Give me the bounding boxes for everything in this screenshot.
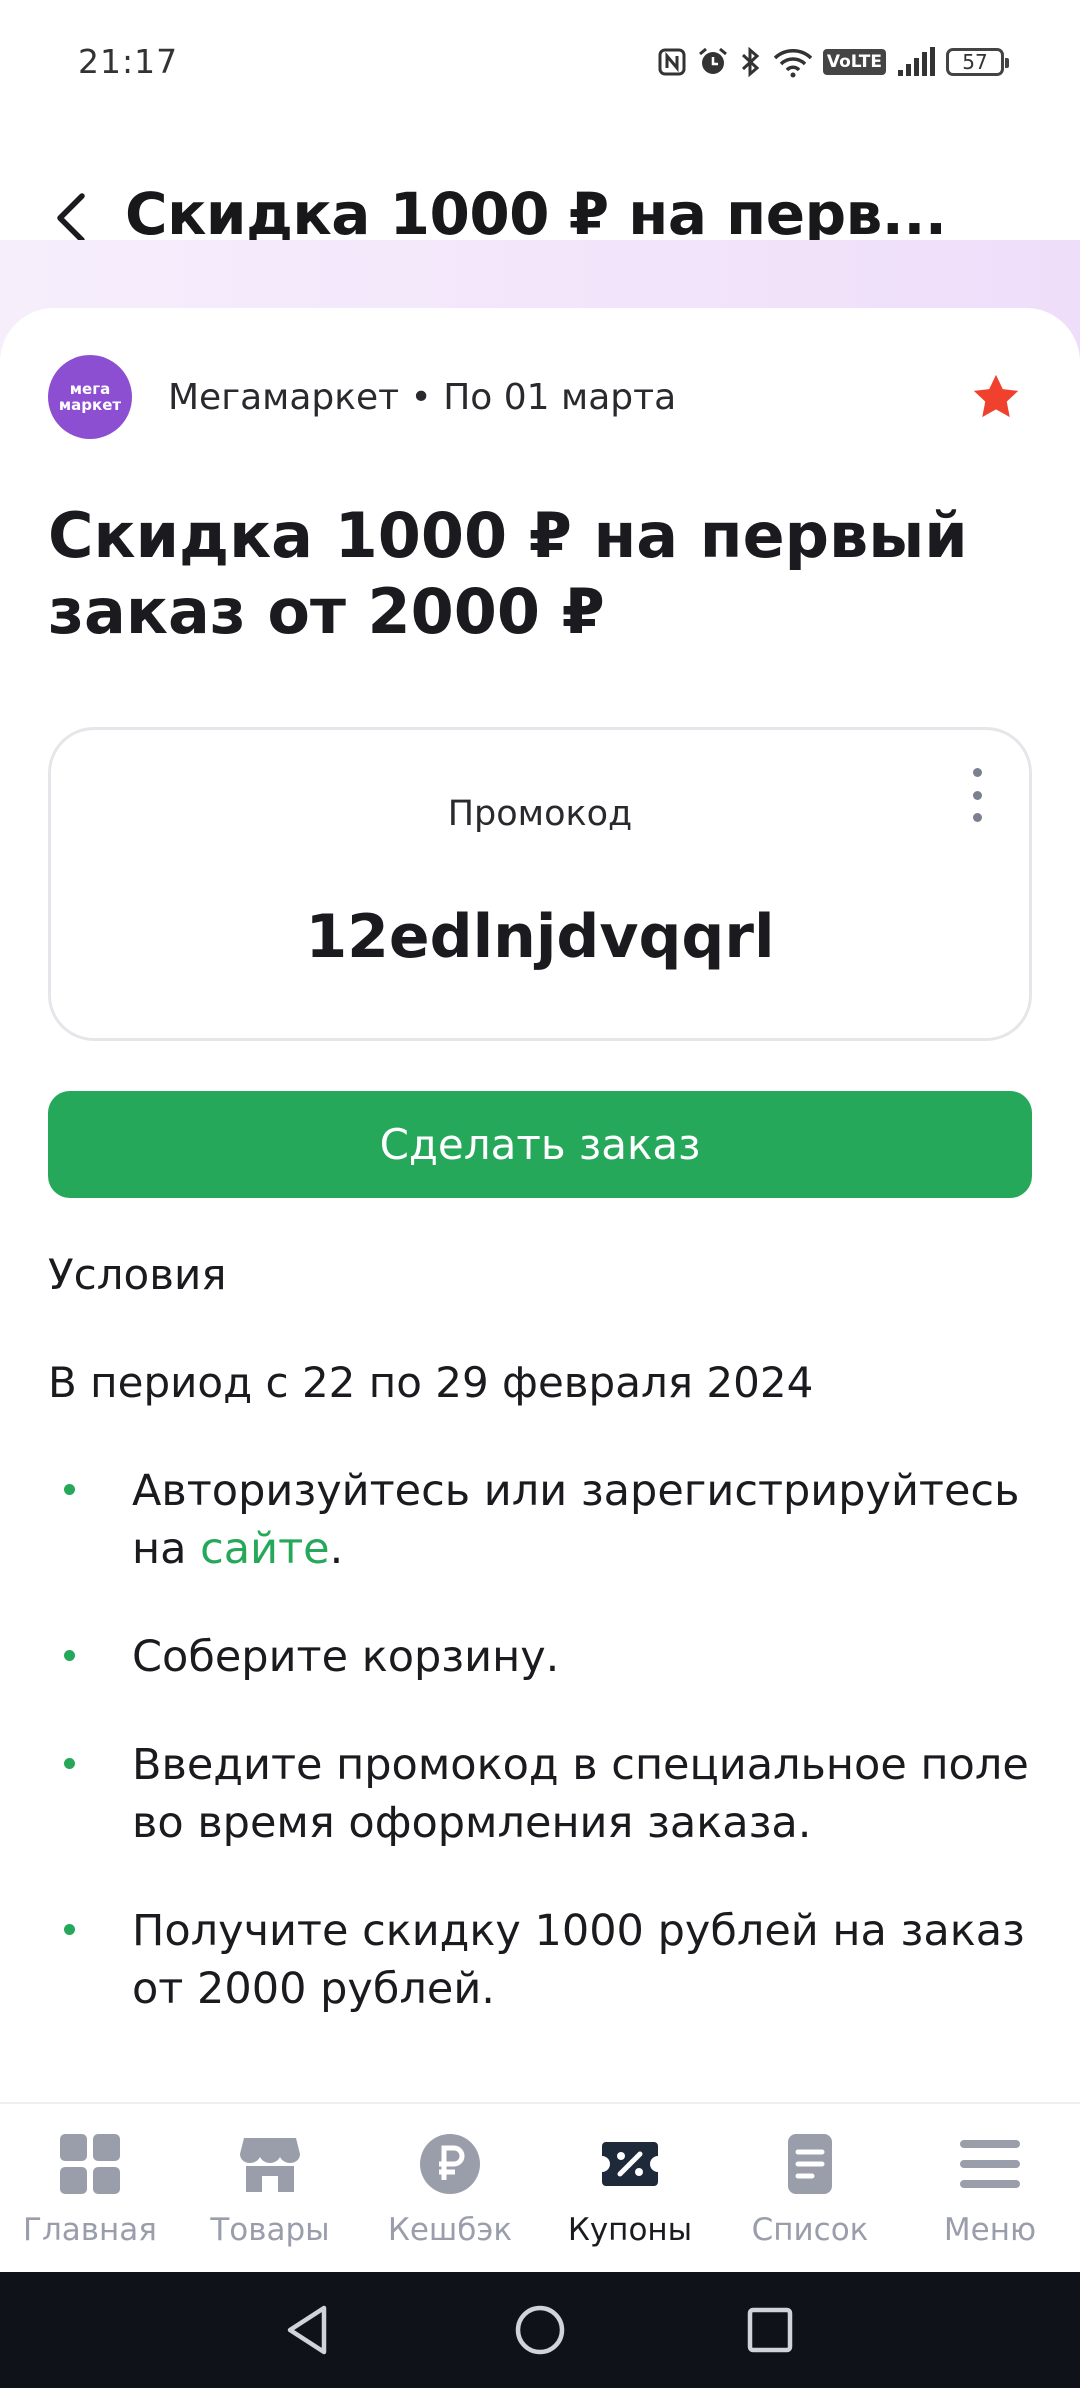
bullet-icon (64, 1484, 75, 1495)
nav-item-list[interactable]: Список (720, 2104, 900, 2272)
page-title: Скидка 1000 ₽ на перв... (125, 180, 947, 248)
nav-item-products[interactable]: Товары (180, 2104, 360, 2272)
site-link[interactable]: сайте (200, 1524, 329, 1574)
merchant-row: мега маркет Мегамаркет • По 01 марта (48, 355, 1032, 439)
ruble-coin-icon (420, 2134, 480, 2194)
step-text: Соберите корзину. (132, 1632, 560, 1682)
bottom-nav: Главная Товары Кешбэк Купоны Список Меню (0, 2102, 1080, 2272)
coupon-percent-icon (602, 2142, 658, 2186)
bluetooth-icon (741, 46, 760, 78)
conditions-period: В период с 22 по 29 февраля 2024 (48, 1358, 814, 1407)
status-time: 21:17 (78, 42, 179, 81)
battery-icon: 57 (946, 48, 1009, 76)
step-item: Введите промокод в специальное поле во в… (48, 1736, 1032, 1852)
recent-apps-icon[interactable] (742, 2302, 798, 2358)
merchant-info: Мегамаркет • По 01 марта (168, 376, 677, 418)
step-item: Авторизуйтесь или зарегистрируйтесь на с… (48, 1462, 1032, 1578)
more-options-icon[interactable] (965, 768, 989, 822)
favorite-button[interactable] (968, 369, 1024, 425)
battery-level: 57 (962, 50, 988, 74)
nav-label: Купоны (567, 2212, 693, 2248)
conditions-title: Условия (48, 1250, 227, 1299)
wifi-icon (773, 49, 813, 78)
nav-item-home[interactable]: Главная (0, 2104, 180, 2272)
step-text: Введите промокод в специальное поле во в… (132, 1740, 1029, 1848)
promo-code-label: Промокод (447, 794, 633, 834)
nav-label: Кешбэк (387, 2212, 513, 2248)
merchant-logo: мега маркет (48, 355, 132, 439)
back-button[interactable] (48, 188, 96, 248)
alarm-icon (698, 47, 727, 74)
conditions-steps: Авторизуйтесь или зарегистрируйтесь на с… (48, 1462, 1032, 2068)
status-bar: 21:17 VoLTE 57 (0, 0, 1080, 120)
nfc-icon (658, 48, 686, 76)
system-nav-bar (0, 2272, 1080, 2388)
step-item: Получите скидку 1000 рублей на заказ от … (48, 1902, 1032, 2018)
bullet-icon (64, 1758, 75, 1769)
signal-icon (898, 47, 935, 76)
hamburger-icon (960, 2140, 1020, 2188)
coupon-title: Скидка 1000 ₽ на первый заказ от 2000 ₽ (48, 499, 968, 648)
status-icons: VoLTE 57 (657, 46, 1009, 78)
promo-code-box[interactable]: Промокод 12edlnjdvqqrl (48, 727, 1032, 1041)
list-doc-icon (788, 2134, 832, 2194)
step-item: Соберите корзину. (48, 1628, 1032, 1686)
nav-item-coupons[interactable]: Купоны (540, 2104, 720, 2272)
bullet-icon (64, 1924, 75, 1935)
nav-label: Список (751, 2212, 869, 2248)
nav-label: Товары (210, 2212, 330, 2248)
bullet-icon (64, 1650, 75, 1661)
star-icon (973, 374, 1019, 418)
make-order-button[interactable]: Сделать заказ (48, 1091, 1032, 1198)
nav-label: Меню (943, 2212, 1037, 2248)
home-circle-icon[interactable] (512, 2302, 568, 2358)
step-text-end: . (329, 1524, 344, 1574)
nav-item-menu[interactable]: Меню (900, 2104, 1080, 2272)
step-text: Получите скидку 1000 рублей на заказ от … (132, 1906, 1025, 2014)
nav-item-cashback[interactable]: Кешбэк (360, 2104, 540, 2272)
nav-label: Главная (23, 2212, 157, 2248)
back-triangle-icon[interactable] (280, 2302, 336, 2358)
home-grid-icon (60, 2134, 120, 2194)
volte-icon: VoLTE (822, 49, 886, 75)
store-icon (240, 2138, 300, 2192)
chevron-left-icon (57, 193, 85, 243)
promo-code-value[interactable]: 12edlnjdvqqrl (51, 902, 1029, 972)
